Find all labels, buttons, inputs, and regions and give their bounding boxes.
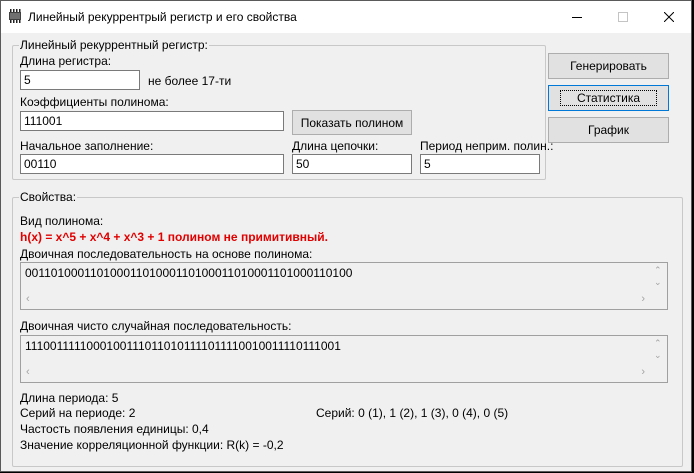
statistics-button[interactable]: Статистика xyxy=(548,85,669,111)
close-button[interactable] xyxy=(646,1,692,33)
correlation-text: Значение корреляционной функции: R(k) = … xyxy=(20,438,284,452)
random-sequence-memo[interactable]: 1110011111000100111011010111101111001001… xyxy=(20,335,668,383)
scroll-up-icon[interactable]: ⌃ xyxy=(654,339,662,348)
maximize-icon xyxy=(618,12,628,22)
period-length-text: Длина периода: 5 xyxy=(20,391,119,405)
scroll-down-icon[interactable]: ⌄ xyxy=(654,351,662,360)
minimize-icon xyxy=(572,17,582,18)
scroll-corner xyxy=(650,365,667,382)
coefficients-label: Коэффициенты полинома: xyxy=(20,95,169,109)
series-distribution-text: Серий: 0 (1), 1 (2), 1 (3), 0 (4), 0 (5) xyxy=(316,406,509,420)
main-window: Линейный рекуррентрый регистр и его свой… xyxy=(0,0,692,472)
scroll-right-icon[interactable]: › xyxy=(641,367,645,378)
statistics-button-label: Статистика xyxy=(559,90,658,106)
ones-frequency-text: Частость появления единицы: 0,4 xyxy=(20,422,209,436)
scroll-corner xyxy=(650,292,667,309)
sequence-text: 0011010001101000110100011010001101000110… xyxy=(25,266,353,280)
initial-fill-label: Начальное заполнение: xyxy=(20,139,154,153)
series-on-period-text: Серий на периоде: 2 xyxy=(20,406,136,420)
scroll-up-icon[interactable]: ⌃ xyxy=(654,266,662,275)
chain-length-label: Длина цепочки: xyxy=(292,139,379,153)
register-group-title: Линейный рекуррентный регистр: xyxy=(19,38,209,52)
properties-group-title: Свойства: xyxy=(19,190,78,204)
sequence-horizontal-scrollbar[interactable]: ‹ › xyxy=(21,292,650,309)
random-vertical-scrollbar[interactable]: ⌃ ⌄ xyxy=(650,336,667,365)
polynomial-type-label: Вид полинома: xyxy=(20,214,104,228)
close-icon xyxy=(664,12,674,22)
period-label: Период неприм. полин.: xyxy=(420,139,554,153)
polynomial-text: h(x) = x^5 + x^4 + x^3 + 1 полином не пр… xyxy=(20,230,328,244)
scroll-left-icon[interactable]: ‹ xyxy=(26,367,30,378)
scroll-down-icon[interactable]: ⌄ xyxy=(654,278,662,287)
generate-button[interactable]: Генерировать xyxy=(548,53,669,79)
register-length-label: Длина регистра: xyxy=(20,54,112,68)
scroll-right-icon[interactable]: › xyxy=(641,294,645,305)
period-input[interactable]: 5 xyxy=(420,154,540,174)
scroll-left-icon[interactable]: ‹ xyxy=(26,294,30,305)
graph-button[interactable]: График xyxy=(548,117,669,143)
maximize-button[interactable] xyxy=(600,1,646,33)
window-title: Линейный рекуррентрый регистр и его свой… xyxy=(28,10,297,24)
register-length-hint: не более 17-ти xyxy=(148,74,232,88)
title-bar[interactable]: Линейный рекуррентрый регистр и его свой… xyxy=(1,1,691,33)
minimize-button[interactable] xyxy=(554,1,600,33)
initial-fill-input[interactable]: 00110 xyxy=(20,154,284,174)
show-polynomial-button[interactable]: Показать полином xyxy=(292,110,412,135)
register-chip-icon xyxy=(9,9,21,23)
random-sequence-label: Двоичная чисто случайная последовательно… xyxy=(20,319,292,333)
sequence-label: Двоичная последовательность на основе по… xyxy=(20,247,313,261)
sequence-vertical-scrollbar[interactable]: ⌃ ⌄ xyxy=(650,263,667,292)
sequence-memo[interactable]: 0011010001101000110100011010001101000110… xyxy=(20,262,668,310)
coefficients-input[interactable]: 111001 xyxy=(20,111,284,131)
random-sequence-text: 1110011111000100111011010111101111001001… xyxy=(25,339,341,353)
chain-length-input[interactable]: 50 xyxy=(292,154,412,174)
random-horizontal-scrollbar[interactable]: ‹ › xyxy=(21,365,650,382)
register-length-input[interactable]: 5 xyxy=(20,70,140,90)
